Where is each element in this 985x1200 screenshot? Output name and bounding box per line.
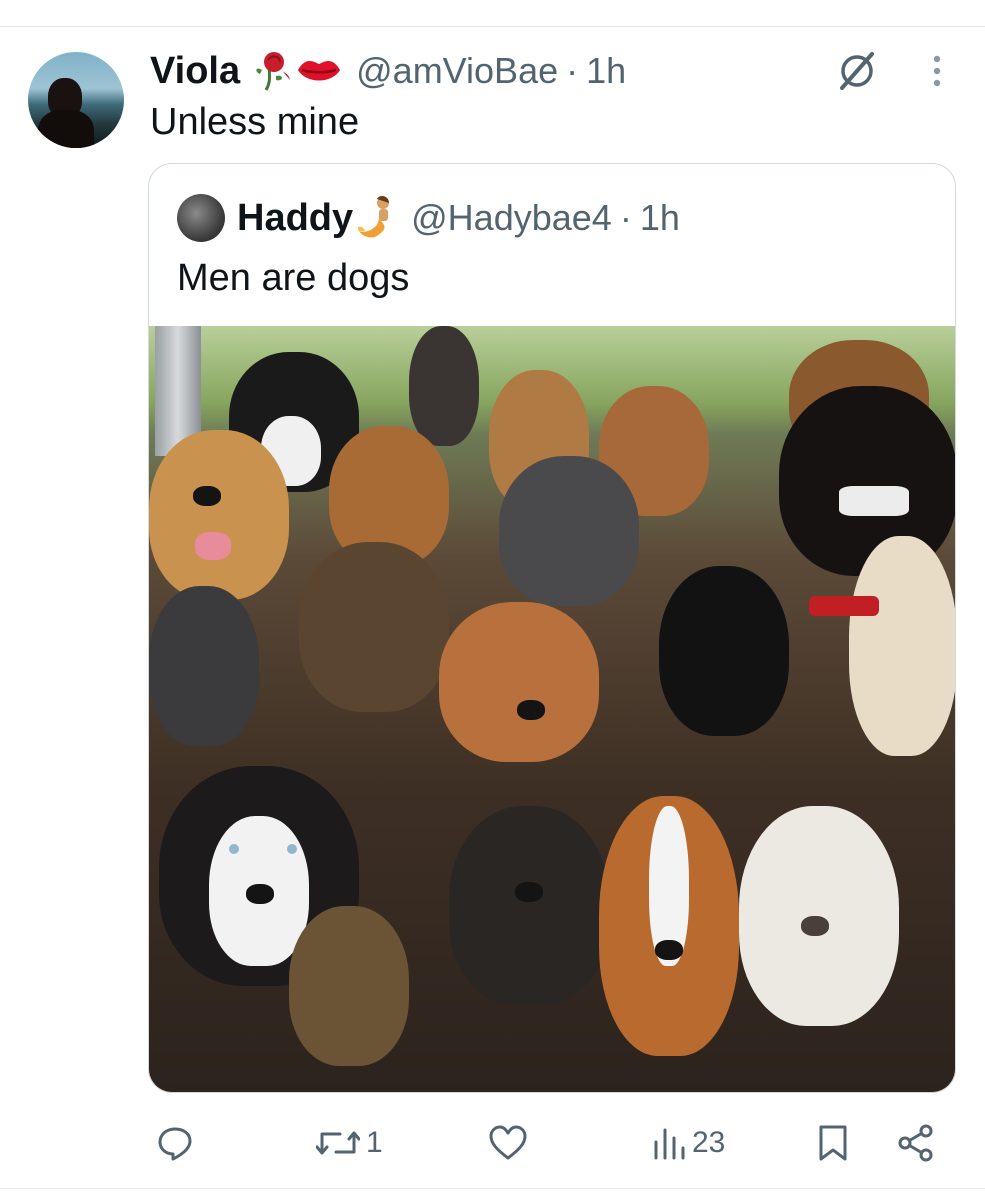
views-count: 23 (692, 1126, 726, 1159)
kiss-mark-emoji (296, 54, 342, 88)
author-handle[interactable]: @amVioBae (356, 50, 558, 92)
quoted-author-handle: @Hadybae4 (411, 197, 612, 238)
bottom-divider (0, 1188, 985, 1189)
separator-dot: · (566, 50, 579, 91)
quoted-author-avatar (177, 194, 225, 242)
views-icon (652, 1124, 686, 1162)
post-time[interactable]: 1h (586, 50, 626, 92)
dog-group-photo[interactable] (149, 326, 955, 1092)
top-divider (0, 26, 985, 27)
like-icon (488, 1124, 528, 1162)
repost-count: 1 (366, 1126, 383, 1159)
repost-button[interactable]: 1 (316, 1118, 383, 1168)
quoted-text: Men are dogs (177, 257, 410, 299)
quoted-separator-dot: · (619, 197, 632, 238)
bookmark-icon (816, 1123, 850, 1163)
grok-icon[interactable] (836, 50, 878, 92)
post-header: Viola @amVioBae · 1h (150, 46, 626, 96)
repost-icon (316, 1124, 360, 1162)
post-text: Unless mine (150, 101, 360, 143)
quoted-header: Haddy @Hadybae4 · 1h (237, 192, 680, 244)
like-button[interactable] (488, 1118, 534, 1168)
quoted-post[interactable]: Haddy @Hadybae4 · 1h Men are dogs (148, 163, 956, 1093)
mermaid-emoji (355, 195, 401, 241)
author-name[interactable]: Viola (150, 50, 240, 93)
quoted-author-name: Haddy (237, 196, 354, 239)
action-bar: 1 23 (0, 1118, 985, 1168)
wilted-rose-emoji (250, 50, 292, 92)
bookmark-button[interactable] (816, 1118, 850, 1168)
reply-button[interactable] (156, 1118, 200, 1168)
reply-icon (156, 1124, 194, 1162)
author-avatar[interactable] (28, 52, 124, 148)
share-icon (896, 1123, 936, 1163)
share-button[interactable] (896, 1118, 936, 1168)
quoted-time: 1h (639, 197, 680, 238)
more-icon[interactable] (926, 52, 948, 92)
views-button[interactable]: 23 (652, 1118, 725, 1168)
